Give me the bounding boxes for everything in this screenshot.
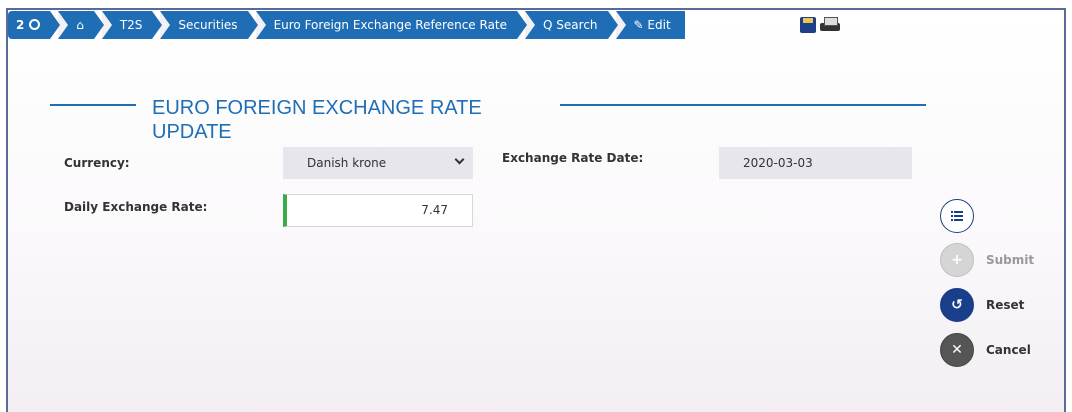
home-icon: ⌂ [76, 18, 84, 32]
menu-action[interactable] [940, 199, 974, 233]
breadcrumb-home[interactable]: ⌂ [58, 11, 104, 39]
breadcrumb-search[interactable]: Q Search [525, 11, 617, 39]
print-icon[interactable] [820, 17, 840, 33]
exchange-rate-date-label: Exchange Rate Date: [502, 151, 644, 165]
plus-icon[interactable]: + [940, 243, 974, 277]
page-title: EURO FOREIGN EXCHANGE RATE UPDATE [152, 97, 482, 143]
cancel-action[interactable]: ✕ Cancel [940, 333, 1031, 367]
chevron-down-icon [454, 154, 465, 165]
title-line-right [560, 104, 926, 106]
daily-exchange-rate-input[interactable]: 7.47 [283, 194, 473, 227]
breadcrumb-euro-fx-reference-rate[interactable]: Euro Foreign Exchange Reference Rate [255, 11, 528, 39]
breadcrumb: 2 ⌂ T2S Securities Euro Foreign Exchange… [8, 11, 693, 39]
title-line-left [50, 104, 136, 106]
toolbar-icons [800, 17, 840, 33]
submit-action[interactable]: + Submit [940, 243, 1034, 277]
breadcrumb-t2s[interactable]: T2S [101, 11, 162, 39]
edit-icon: ✎ [633, 18, 644, 32]
close-icon[interactable]: ✕ [940, 333, 974, 367]
currency-select[interactable]: Danish krone [283, 147, 473, 179]
exchange-rate-date-value: 2020-03-03 [743, 156, 813, 170]
exchange-rate-date-field: 2020-03-03 [719, 147, 912, 179]
currency-label: Currency: [64, 156, 130, 170]
breadcrumb-securities[interactable]: Securities [160, 11, 258, 39]
cancel-button[interactable]: Cancel [986, 343, 1031, 357]
breadcrumb-edit-label: Edit [647, 18, 671, 32]
currency-value: Danish krone [307, 156, 387, 170]
submit-button[interactable]: Submit [986, 253, 1034, 267]
breadcrumb-edit[interactable]: ✎ Edit [615, 11, 685, 39]
reset-button[interactable]: Reset [986, 298, 1024, 312]
view-count: 2 [16, 18, 25, 32]
eye-icon [29, 19, 41, 30]
reset-action[interactable]: ↺ Reset [940, 288, 1024, 322]
daily-exchange-rate-label: Daily Exchange Rate: [64, 200, 208, 214]
undo-icon[interactable]: ↺ [940, 288, 974, 322]
view-counter-button[interactable]: 2 [8, 11, 61, 39]
save-icon[interactable] [800, 17, 816, 33]
list-icon[interactable] [940, 199, 974, 233]
